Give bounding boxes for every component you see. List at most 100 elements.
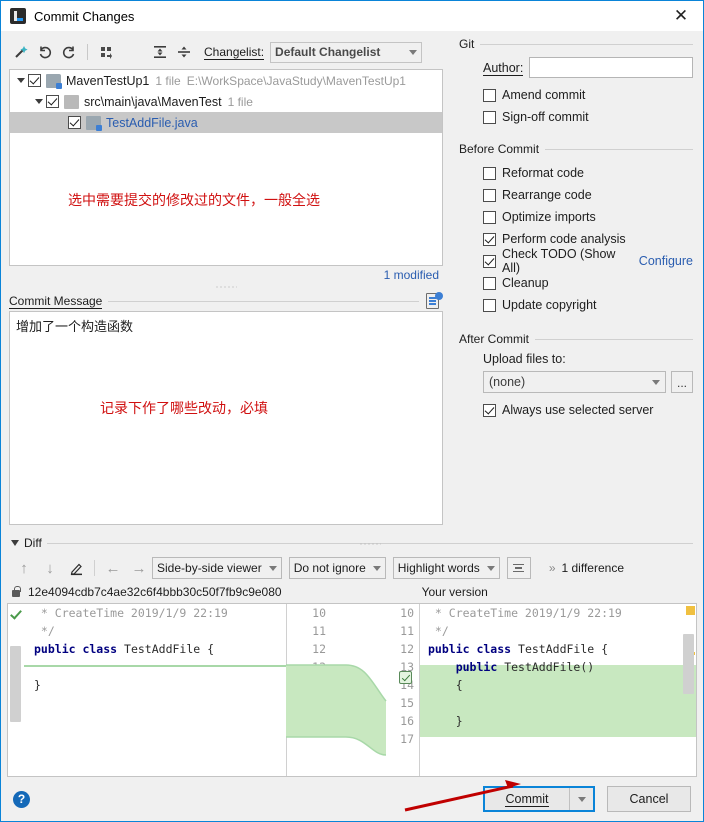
help-icon[interactable]: ? <box>13 790 30 808</box>
changelist-label: Changelist: <box>204 45 265 60</box>
diff-title: Diff <box>24 536 42 550</box>
rearrange-code-checkbox[interactable] <box>483 188 496 202</box>
collapse-unchanged-icon[interactable] <box>506 557 531 579</box>
upload-server-select[interactable]: (none) <box>483 371 666 393</box>
optimize-imports-checkbox[interactable] <box>483 210 496 224</box>
highlight-mode-value: Highlight words <box>397 561 480 575</box>
check-todo-checkbox[interactable] <box>483 254 496 268</box>
git-group-body: Author: Amend commit Sign-off commit <box>459 51 693 128</box>
tree-row-module[interactable]: MavenTestUp1 1 file E:\WorkSpace\JavaStu… <box>10 70 442 91</box>
reformat-code-checkbox[interactable] <box>483 166 496 180</box>
arrow-up-icon[interactable]: ↑ <box>11 556 37 580</box>
tree-row-folder[interactable]: src\main\java\MavenTest 1 file <box>10 91 442 112</box>
code-line: * CreateTime 2019/1/9 22:19 <box>428 606 622 620</box>
collapse-all-icon[interactable] <box>172 40 196 64</box>
signoff-commit-checkbox[interactable] <box>483 110 496 124</box>
close-icon[interactable]: ✕ <box>659 1 703 31</box>
commit-message-input[interactable]: 增加了一个构造函数 记录下作了哪些改动，必填 <box>9 311 443 525</box>
git-group-header: Git <box>459 37 693 51</box>
tree-node-name: src\main\java\MavenTest <box>84 94 222 109</box>
arrow-right-icon[interactable]: → <box>126 556 152 580</box>
right-code: * CreateTime 2019/1/9 22:19 */ public cl… <box>420 604 696 776</box>
tree-checkbox[interactable] <box>46 95 59 108</box>
line-number: 13 <box>400 660 414 674</box>
cleanup-checkbox[interactable] <box>483 276 496 290</box>
diff-left-pane[interactable]: * CreateTime 2019/1/9 22:19 */ public cl… <box>8 604 286 776</box>
left-panel: Changelist: Default Changelist MavenTest… <box>1 31 451 533</box>
code-line: * CreateTime 2019/1/9 22:19 <box>34 606 228 620</box>
splitter-handle[interactable] <box>1 282 451 291</box>
chevron-down-icon <box>652 379 660 385</box>
always-use-server-checkbox[interactable] <box>483 403 496 417</box>
line-number: 15 <box>400 696 414 710</box>
reformat-code-row[interactable]: Reformat code <box>483 162 693 184</box>
configure-todo-link[interactable]: Configure <box>639 254 693 268</box>
right-line-numbers: 10 11 12 13 14 15 16 17 <box>374 604 420 748</box>
line-number: 14 <box>400 678 414 692</box>
tree-node-name: TestAddFile.java <box>106 115 198 130</box>
toolbar-divider <box>87 44 88 60</box>
chevron-down-icon[interactable] <box>11 540 19 546</box>
refresh-icon[interactable] <box>57 40 81 64</box>
update-copyright-checkbox[interactable] <box>483 298 496 312</box>
always-use-server-row[interactable]: Always use selected server <box>483 399 693 421</box>
footer-buttons: Commit Cancel <box>483 786 691 812</box>
amend-commit-row[interactable]: Amend commit <box>483 84 693 106</box>
change-marker-top[interactable] <box>686 606 695 615</box>
diff-toolbar: ↑ ↓ ← → Side-by-side viewer Do not ignor… <box>1 553 703 583</box>
check-todo-row[interactable]: Check TODO (Show All) Configure <box>483 247 693 275</box>
commit-dropdown-button[interactable] <box>569 788 593 810</box>
diff-viewer[interactable]: * CreateTime 2019/1/9 22:19 */ public cl… <box>7 603 697 777</box>
arrow-down-icon[interactable]: ↓ <box>37 556 63 580</box>
tree-checkbox[interactable] <box>28 74 41 87</box>
left-gutter <box>8 604 24 776</box>
tree-node-filecount: 1 file <box>155 73 181 88</box>
magic-wand-icon[interactable] <box>9 40 33 64</box>
chevron-down-icon[interactable] <box>32 99 46 104</box>
author-row: Author: <box>483 57 693 78</box>
optimize-imports-label: Optimize imports <box>502 210 596 224</box>
changes-tree[interactable]: MavenTestUp1 1 file E:\WorkSpace\JavaStu… <box>9 69 443 266</box>
divider <box>545 148 693 150</box>
more-actions-icon[interactable]: » <box>549 561 556 575</box>
tree-checkbox[interactable] <box>68 116 81 129</box>
commit-history-icon[interactable] <box>425 292 443 310</box>
commit-button[interactable]: Commit <box>485 788 569 810</box>
diff-header[interactable]: Diff <box>1 533 703 553</box>
tree-node-path: E:\WorkSpace\JavaStudy\MavenTestUp1 <box>186 73 406 88</box>
perform-code-analysis-checkbox[interactable] <box>483 232 496 246</box>
always-use-server-label: Always use selected server <box>502 403 654 417</box>
revert-icon[interactable] <box>33 40 57 64</box>
diff-right-pane[interactable]: * CreateTime 2019/1/9 22:19 */ public cl… <box>420 604 696 776</box>
left-scrollbar[interactable] <box>10 646 21 722</box>
highlight-mode-select[interactable]: Highlight words <box>392 557 500 579</box>
viewer-mode-select[interactable]: Side-by-side viewer <box>152 557 282 579</box>
ignore-mode-select[interactable]: Do not ignore <box>288 557 386 579</box>
pencil-icon[interactable] <box>63 556 89 580</box>
right-scrollbar[interactable] <box>683 634 694 694</box>
signoff-commit-row[interactable]: Sign-off commit <box>483 106 693 128</box>
group-by-icon[interactable] <box>94 40 118 64</box>
optimize-imports-row[interactable]: Optimize imports <box>483 206 693 228</box>
tree-row-file[interactable]: TestAddFile.java <box>10 112 442 133</box>
amend-commit-checkbox[interactable] <box>483 88 496 102</box>
expand-all-icon[interactable] <box>148 40 172 64</box>
accept-change-icon[interactable] <box>10 608 20 618</box>
author-field[interactable] <box>529 57 693 78</box>
browse-servers-button[interactable]: ... <box>671 371 693 393</box>
update-copyright-row[interactable]: Update copyright <box>483 294 693 316</box>
changelist-select[interactable]: Default Changelist <box>270 41 423 63</box>
chevron-down-icon[interactable] <box>14 78 28 83</box>
chevron-down-icon <box>409 49 418 55</box>
rearrange-code-row[interactable]: Rearrange code <box>483 184 693 206</box>
cancel-button[interactable]: Cancel <box>607 786 691 812</box>
commit-split-button[interactable]: Commit <box>483 786 595 812</box>
arrow-left-icon[interactable]: ← <box>100 556 126 580</box>
code-line: { <box>428 678 463 692</box>
module-icon <box>46 73 62 89</box>
divider <box>535 338 693 340</box>
apply-change-icon[interactable] <box>399 671 412 684</box>
modified-status: 1 modified <box>383 268 439 282</box>
cleanup-row[interactable]: Cleanup <box>483 272 693 294</box>
code-line: public TestAddFile() <box>455 660 595 674</box>
